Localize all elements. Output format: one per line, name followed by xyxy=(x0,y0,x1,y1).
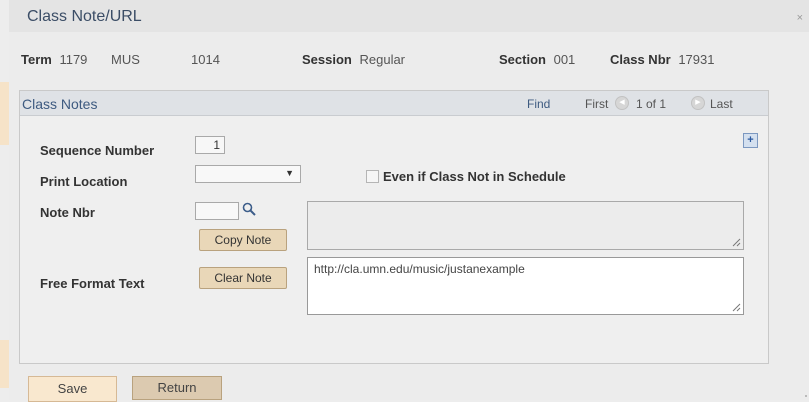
first-link[interactable]: First xyxy=(585,97,608,111)
session-field: Session Regular xyxy=(302,52,405,67)
free-format-text-value: http://cla.umn.edu/music/justanexample xyxy=(314,262,525,276)
note-text-area[interactable] xyxy=(307,201,744,250)
term-value: 1179 xyxy=(59,52,88,67)
close-icon[interactable]: × xyxy=(797,12,803,24)
previous-arrow-icon[interactable]: ◀ xyxy=(615,96,629,110)
even-if-class-checkbox[interactable] xyxy=(366,170,379,183)
free-format-text-area[interactable]: http://cla.umn.edu/music/justanexample xyxy=(307,257,744,315)
class-nbr-label: Class Nbr xyxy=(610,52,671,67)
chevron-down-icon: ▼ xyxy=(285,168,294,178)
session-label: Session xyxy=(302,52,352,67)
even-if-class-label: Even if Class Not in Schedule xyxy=(383,169,566,184)
background-strip-top xyxy=(0,82,9,145)
window-resize-icon[interactable] xyxy=(802,388,809,398)
section-field: Section 001 xyxy=(499,52,575,67)
section-label: Section xyxy=(499,52,546,67)
sequence-number-input[interactable]: 1 xyxy=(195,136,225,154)
print-location-select[interactable]: ▼ xyxy=(195,165,301,183)
row-count: 1 of 1 xyxy=(636,97,667,111)
term-label: Term xyxy=(21,52,52,67)
sequence-number-label: Sequence Number xyxy=(40,143,155,158)
search-icon[interactable] xyxy=(241,201,257,217)
copy-note-button[interactable]: Copy Note xyxy=(199,229,287,251)
save-button[interactable]: Save xyxy=(28,376,117,402)
session-value: Regular xyxy=(359,52,406,67)
free-format-text-label: Free Format Text xyxy=(40,276,145,291)
background-strip-bottom xyxy=(0,340,9,388)
panel-header: Class Notes Find First ◀ 1 of 1 ▶ Last xyxy=(20,91,768,116)
print-location-label: Print Location xyxy=(40,174,128,189)
return-button[interactable]: Return xyxy=(132,376,222,400)
class-nbr-value: 17931 xyxy=(678,52,715,67)
title-bar: Class Note/URL × xyxy=(9,0,809,32)
note-nbr-input[interactable] xyxy=(195,202,239,220)
note-nbr-label: Note Nbr xyxy=(40,205,95,220)
resize-grip-icon[interactable] xyxy=(732,238,741,247)
class-nbr-field: Class Nbr 17931 xyxy=(610,52,714,67)
last-link[interactable]: Last xyxy=(710,97,733,111)
catalog-value: 1014 xyxy=(191,52,220,67)
clear-note-button[interactable]: Clear Note xyxy=(199,267,287,289)
resize-grip-icon[interactable] xyxy=(732,303,741,312)
subject-value: MUS xyxy=(111,52,140,67)
find-link[interactable]: Find xyxy=(527,97,550,111)
add-row-icon[interactable]: + xyxy=(743,133,758,148)
class-note-dialog: Class Note/URL × Term 1179 MUS 1014 Sess… xyxy=(9,0,809,402)
dialog-title: Class Note/URL xyxy=(27,8,142,25)
next-arrow-icon[interactable]: ▶ xyxy=(691,96,705,110)
section-value: 001 xyxy=(553,52,576,67)
panel-title: Class Notes xyxy=(22,96,98,112)
term-field: Term 1179 xyxy=(21,52,87,67)
